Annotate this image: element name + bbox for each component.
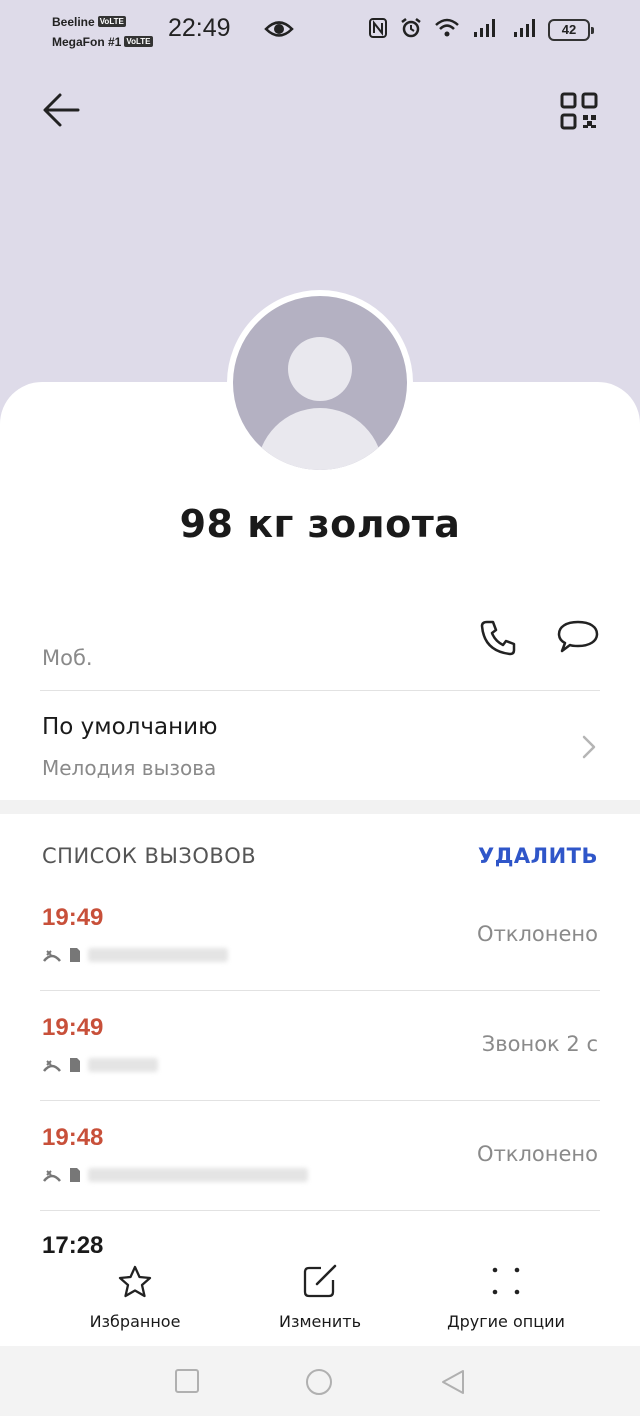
signal-icon-2 — [514, 19, 535, 37]
system-navigation-bar — [0, 1346, 640, 1416]
status-icons — [368, 17, 540, 39]
divider — [40, 690, 600, 691]
contact-name: 98 кг золота — [179, 502, 461, 546]
divider — [40, 990, 600, 991]
eye-comfort-icon — [264, 21, 294, 37]
more-options-label: Другие опции — [447, 1312, 565, 1331]
edit-label: Изменить — [279, 1312, 361, 1331]
back-arrow-icon[interactable] — [38, 88, 84, 132]
home-icon[interactable] — [305, 1368, 333, 1396]
carrier-1: Beeline — [52, 15, 95, 29]
call-time: 17:28 — [42, 1232, 104, 1254]
volte-badge-2: VoLTE — [124, 36, 153, 47]
more-options-button[interactable]: Другие опции — [416, 1264, 596, 1331]
section-separator — [0, 800, 640, 814]
battery-indicator: 42 — [548, 19, 594, 41]
call-meta — [42, 946, 228, 964]
call-meta — [42, 1166, 308, 1184]
volte-badge-1: VoLTE — [97, 16, 126, 27]
edit-button[interactable]: Изменить — [230, 1264, 410, 1331]
call-row[interactable]: 17:28 — [0, 1232, 640, 1254]
call-status: Отклонено — [477, 922, 598, 946]
delete-calls-button[interactable]: УДАЛИТЬ — [478, 844, 598, 868]
redacted-number — [88, 948, 228, 962]
status-bar: Beeline VoLTE MegaFon #1 VoLTE 22:49 42 — [0, 0, 640, 62]
divider — [40, 1100, 600, 1101]
sim-1-icon — [70, 948, 80, 962]
carriers: Beeline VoLTE MegaFon #1 VoLTE — [52, 12, 153, 52]
phone-type-label: Моб. — [42, 646, 93, 670]
bottom-action-bar: Избранное Изменить Другие опции — [0, 1254, 640, 1346]
call-time: 19:49 — [42, 904, 104, 931]
ringtone-row[interactable]: По умолчанию Мелодия вызова — [0, 694, 640, 798]
sim-2-icon — [70, 1168, 80, 1182]
missed-call-icon — [43, 1060, 61, 1072]
status-clock: 22:49 — [168, 14, 231, 42]
missed-call-icon — [43, 1170, 61, 1182]
more-dots-icon — [492, 1267, 520, 1295]
recent-apps-icon[interactable] — [174, 1368, 200, 1394]
avatar-body — [257, 408, 383, 470]
call-status: Звонок 2 с — [481, 1032, 598, 1056]
phone-call-icon[interactable] — [478, 618, 518, 658]
call-row[interactable]: 19:48 Отклонено — [0, 1124, 640, 1232]
favorites-label: Избранное — [89, 1312, 181, 1331]
chevron-right-icon — [582, 735, 596, 759]
phone-type-text: Моб. — [42, 646, 93, 670]
qr-code-icon[interactable] — [560, 92, 598, 130]
avatar-head — [288, 337, 352, 401]
favorites-button[interactable]: Избранное — [45, 1264, 225, 1331]
call-status: Отклонено — [477, 1142, 598, 1166]
nfc-icon — [369, 18, 387, 38]
missed-call-icon — [43, 950, 61, 962]
call-time: 19:49 — [42, 1014, 104, 1041]
alarm-icon — [401, 18, 421, 38]
call-row[interactable]: 19:49 Звонок 2 с — [0, 1014, 640, 1122]
message-icon[interactable] — [556, 618, 600, 658]
wifi-icon — [435, 18, 459, 37]
call-meta — [42, 1056, 158, 1074]
edit-icon — [303, 1264, 337, 1298]
sim-1-icon — [70, 1058, 80, 1072]
star-icon — [118, 1265, 152, 1298]
carrier-2: MegaFon #1 — [52, 35, 122, 49]
ringtone-title: По умолчанию — [42, 714, 218, 740]
redacted-number — [88, 1058, 158, 1072]
contact-avatar — [227, 290, 413, 476]
ringtone-subtitle: Мелодия вызова — [42, 756, 217, 780]
divider — [40, 1210, 600, 1211]
back-triangle-icon[interactable] — [440, 1368, 466, 1396]
call-row[interactable]: 19:49 Отклонено — [0, 904, 640, 1012]
call-time: 19:48 — [42, 1124, 104, 1151]
call-list-title: СПИСОК ВЫЗОВОВ — [42, 844, 257, 868]
redacted-number — [88, 1168, 308, 1182]
signal-icon-1 — [474, 19, 495, 37]
